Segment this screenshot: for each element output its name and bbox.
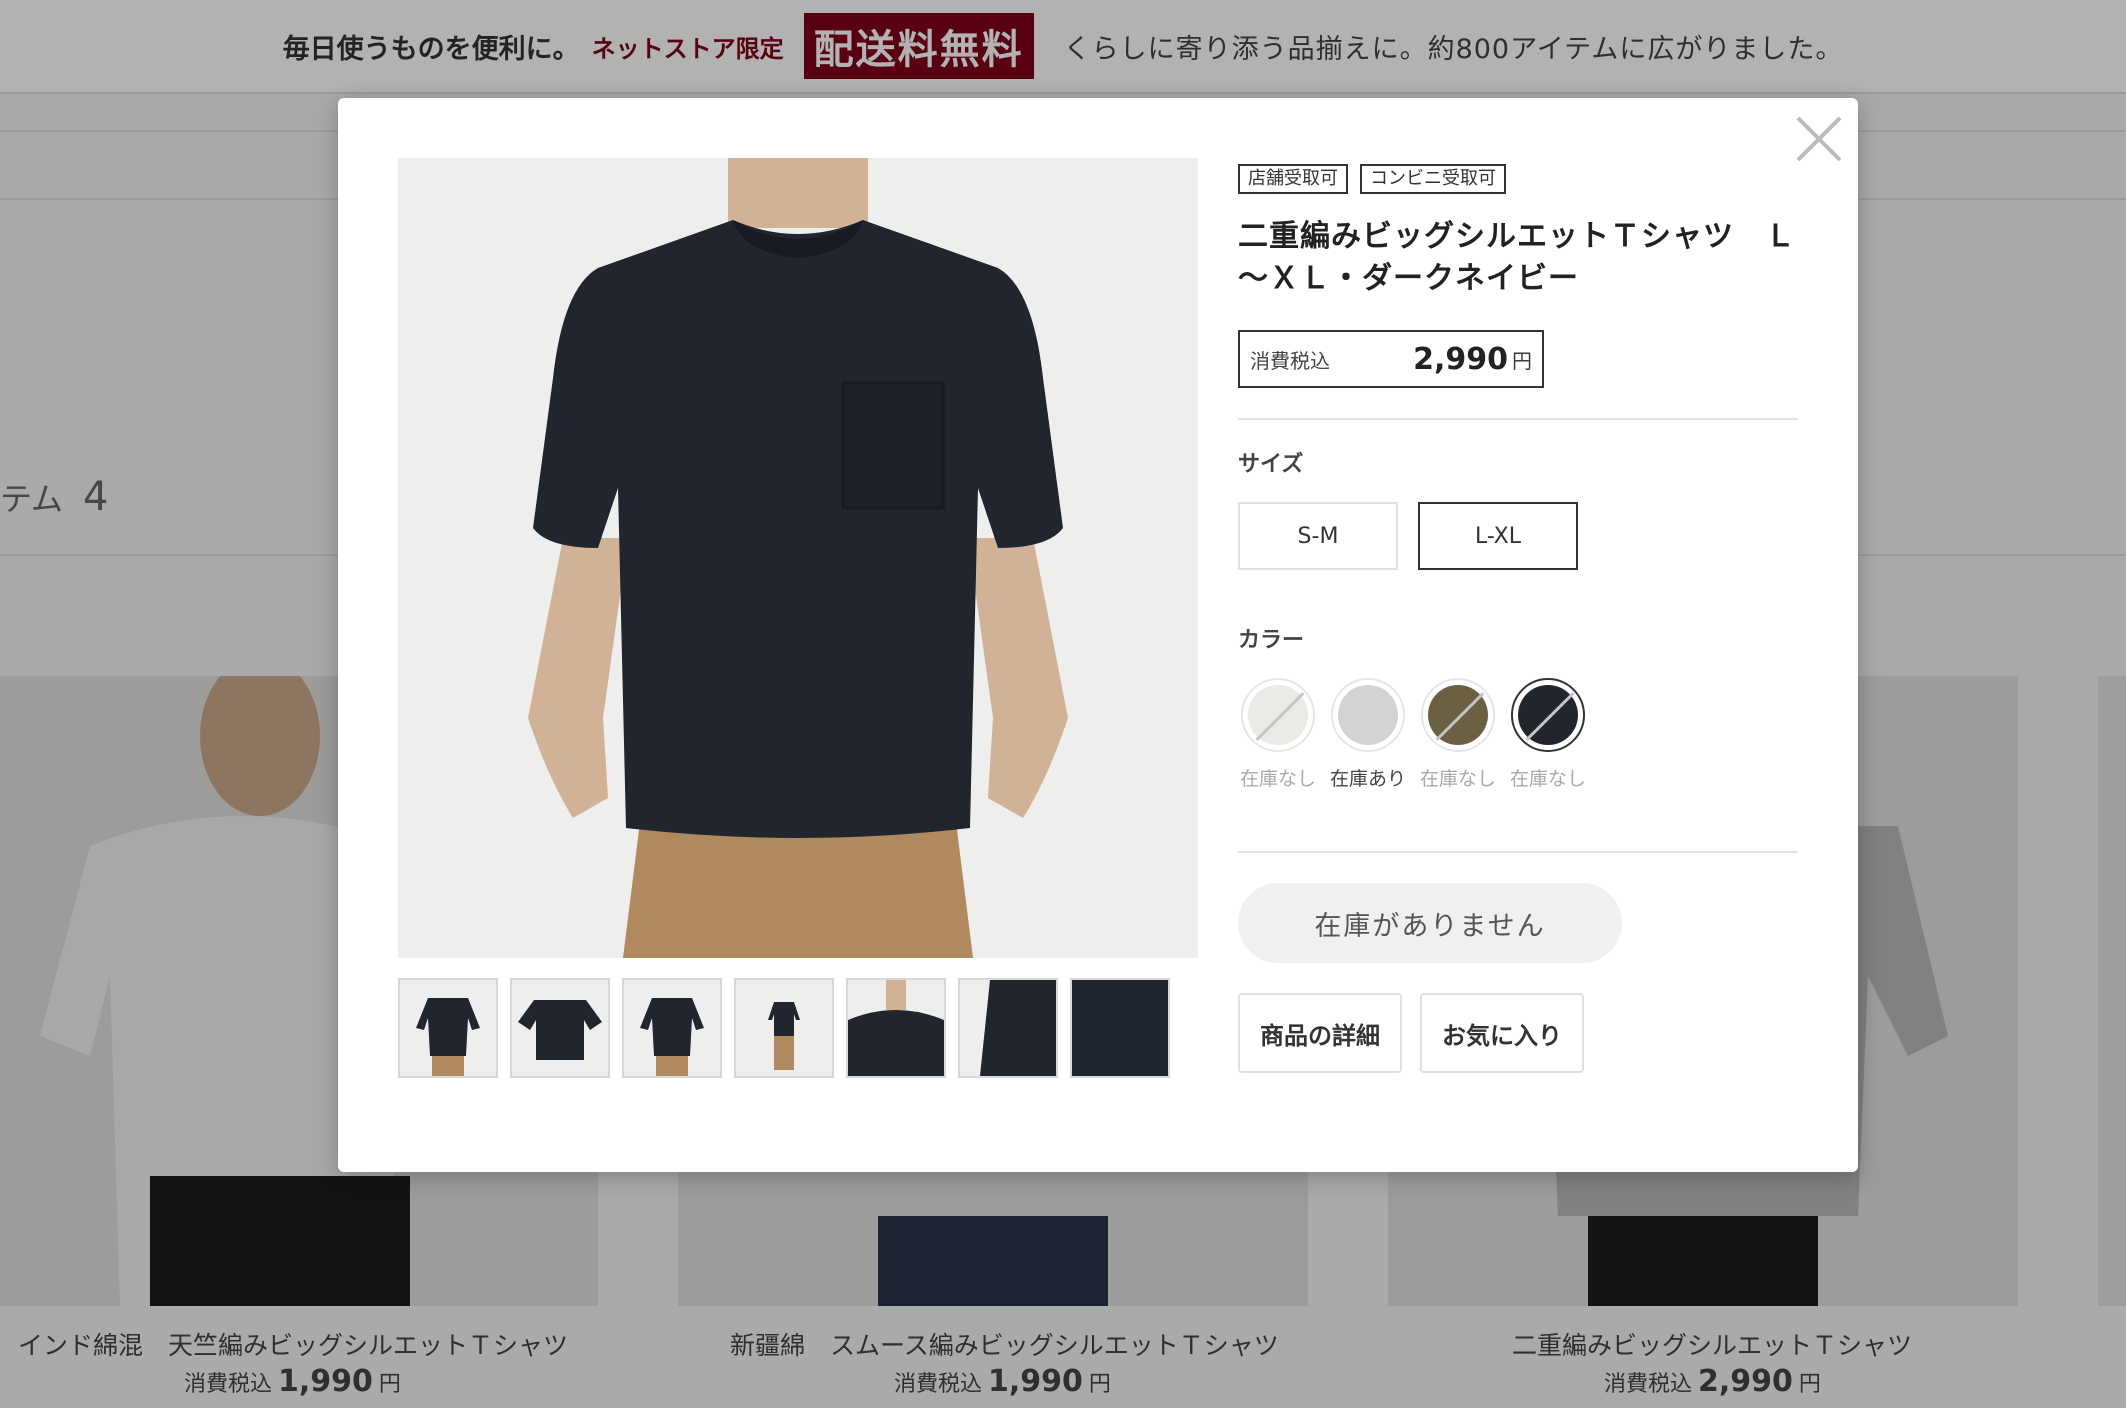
yen-label: 円 — [1512, 348, 1532, 373]
action-buttons: 商品の詳細 お気に入り — [1238, 993, 1798, 1073]
main-product-image[interactable] — [398, 158, 1198, 958]
store-pickup-tag: 店舗受取可 — [1238, 164, 1348, 194]
stock-status: 在庫なし — [1509, 768, 1586, 790]
product-info-panel: 店舗受取可 コンビニ受取可 二重編みビッグシルエットＴシャツ Ｌ～ＸＬ・ダークネ… — [1238, 164, 1798, 1073]
thumbnail[interactable] — [398, 978, 498, 1078]
color-option-off-white[interactable]: 在庫なし — [1238, 678, 1318, 791]
size-label: サイズ — [1238, 452, 1304, 477]
thumbnail[interactable] — [1070, 978, 1170, 1078]
close-icon[interactable] — [1792, 112, 1846, 166]
tshirt-model-photo — [398, 158, 1198, 958]
quick-view-modal: 店舗受取可 コンビニ受取可 二重編みビッグシルエットＴシャツ Ｌ～ＸＬ・ダークネ… — [338, 98, 1858, 1172]
color-option-dark-navy[interactable]: 在庫なし — [1508, 678, 1588, 791]
thumbnail[interactable] — [846, 978, 946, 1078]
color-label: カラー — [1238, 628, 1305, 653]
size-options: S-M L-XL — [1238, 502, 1798, 570]
product-details-button[interactable]: 商品の詳細 — [1238, 993, 1402, 1073]
product-title: 二重編みビッグシルエットＴシャツ Ｌ～ＸＬ・ダークネイビー — [1238, 219, 1796, 296]
stock-status: 在庫あり — [1329, 768, 1406, 790]
size-option-s-m[interactable]: S-M — [1238, 502, 1398, 570]
color-swatch[interactable] — [1421, 678, 1495, 752]
favorite-button[interactable]: お気に入り — [1420, 993, 1584, 1073]
pickup-tags: 店舗受取可 コンビニ受取可 — [1238, 164, 1798, 194]
color-options: 在庫なし 在庫あり 在庫なし 在庫なし — [1238, 678, 1798, 791]
thumbnail[interactable] — [510, 978, 610, 1078]
stock-status: 在庫なし — [1239, 768, 1316, 790]
thumbnail[interactable] — [622, 978, 722, 1078]
color-swatch[interactable] — [1511, 678, 1585, 752]
color-option-light-gray[interactable]: 在庫あり — [1328, 678, 1408, 791]
swatch-fill — [1338, 685, 1398, 745]
price-value: 2,990 — [1413, 341, 1508, 377]
divider — [1238, 418, 1798, 420]
thumbnail-strip — [398, 978, 1170, 1078]
out-of-stock-button[interactable]: 在庫がありません — [1238, 883, 1622, 963]
convenience-pickup-tag: コンビニ受取可 — [1360, 164, 1506, 194]
tax-label: 消費税込 — [1250, 348, 1330, 373]
stock-status: 在庫なし — [1419, 768, 1496, 790]
thumbnail[interactable] — [734, 978, 834, 1078]
color-swatch[interactable] — [1241, 678, 1315, 752]
thumbnail[interactable] — [958, 978, 1058, 1078]
divider — [1238, 851, 1798, 853]
color-option-khaki-green[interactable]: 在庫なし — [1418, 678, 1498, 791]
color-swatch[interactable] — [1331, 678, 1405, 752]
price-box: 消費税込 2,990 円 — [1238, 330, 1544, 388]
size-option-l-xl[interactable]: L-XL — [1418, 502, 1578, 570]
